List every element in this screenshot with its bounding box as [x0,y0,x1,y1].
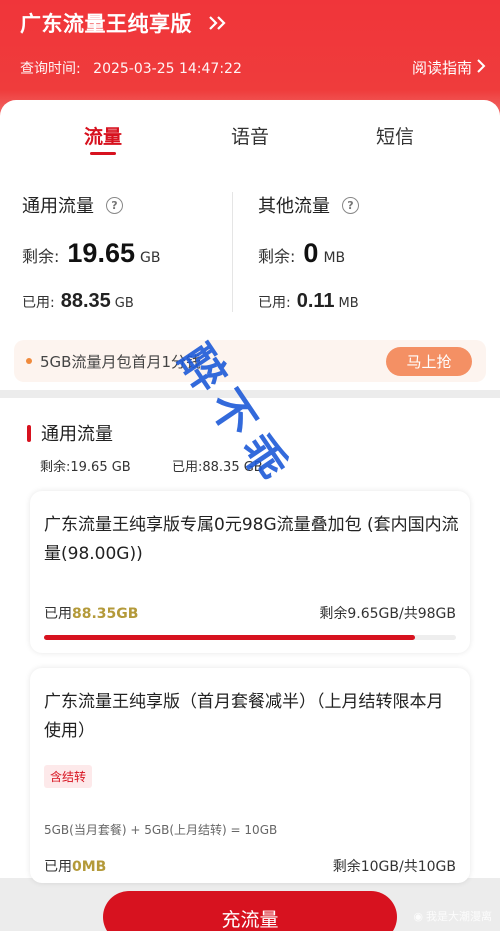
source-watermark-text: 我是大潮漫离 [426,910,492,923]
usage-progress-fill [44,635,415,640]
package-formula: 5GB(当月套餐) + 5GB(上月结转) = 10GB [44,823,278,837]
usage-progress-bar [44,635,456,640]
package-name: 广东流量王纯享版（首月套餐减半）（上月结转限本月使用） [44,692,444,741]
tab-voice[interactable]: 语音 [210,122,290,149]
remain-label: 剩余: [22,247,60,266]
used-label: 已用: [258,295,291,311]
used-label: 已用: [22,295,55,311]
remain-unit: MB [323,250,346,266]
package-remain: 剩余10GB/共10GB [332,859,456,875]
used-value: 88.35 [60,290,111,312]
package-used-value: 88.35GB [72,606,139,622]
double-chevron-right-icon[interactable] [208,15,228,31]
tab-sms[interactable]: 短信 [355,122,435,149]
query-time-label: 查询时间: [20,61,81,77]
package-used: 已用0MB [44,856,106,876]
source-watermark: ◉ 我是大潮漫离 [413,908,492,924]
package-name: 广东流量王纯享版专属0元98G流量叠加包 (套内国内流量(98.00G)) [44,515,459,564]
section-accent-bar [27,424,31,442]
remain-value: 0 [303,238,319,268]
package-used: 已用88.35GB [44,603,138,623]
package-remain: 剩余9.65GB/共98GB [319,606,456,622]
general-data-title: 通用流量 [22,196,94,217]
query-time-value: 2025-03-25 14:47:22 [93,61,242,77]
used-unit: GB [114,296,134,311]
tab-data[interactable]: 流量 [63,122,143,155]
guide-link[interactable]: 阅读指南 [412,57,486,78]
package-card[interactable]: 广东流量王纯享版专属0元98G流量叠加包 (套内国内流量(98.00G)) 已用… [30,491,470,653]
used-value: 0.11 [296,290,335,312]
general-data-summary: 通用流量 ? 剩余: 19.65 GB 已用: 88.35 GB [22,192,160,312]
remain-value: 19.65 [67,238,135,268]
section-remain-summary: 剩余:19.65 GB [40,460,131,475]
package-used-label: 已用 [44,859,72,875]
chevron-right-icon [476,58,486,77]
grab-now-button[interactable]: 马上抢 [386,347,472,376]
package-card[interactable]: 广东流量王纯享版（首月套餐减半）（上月结转限本月使用） 含结转 5GB(当月套餐… [30,668,470,883]
query-time-row: 查询时间: 2025-03-25 14:47:22 [20,58,242,78]
tab-voice-label: 语音 [230,126,269,148]
package-used-value: 0MB [72,859,107,875]
tab-data-label: 流量 [83,126,122,148]
other-data-summary: 其他流量 ? 剩余: 0 MB 已用: 0.11 MB [258,192,359,312]
section-header: 通用流量 [27,420,113,446]
carryover-badge: 含结转 [44,765,93,788]
remain-label: 剩余: [258,247,296,266]
help-icon[interactable]: ? [106,196,123,214]
used-unit: MB [338,296,359,311]
title-row[interactable]: 广东流量王纯享版 [20,8,228,38]
recharge-data-button[interactable]: 充流量 [103,891,397,931]
other-data-title: 其他流量 [258,196,330,217]
tab-bar: 流量 语音 短信 [0,122,500,162]
weibo-icon: ◉ [413,909,423,923]
remain-unit: GB [139,250,161,266]
package-used-label: 已用 [44,606,72,622]
guide-label: 阅读指南 [411,59,472,77]
section-title: 通用流量 [41,424,113,445]
summary-card: 流量 语音 短信 通用流量 ? 剩余: 19.65 GB 已用: 88.35 G… [0,100,500,390]
dot-icon [26,358,32,364]
tab-sms-label: 短信 [375,126,414,148]
plan-title: 广东流量王纯享版 [20,12,192,36]
tab-active-indicator [90,152,116,155]
help-icon[interactable]: ? [342,196,359,214]
column-divider [232,192,233,312]
